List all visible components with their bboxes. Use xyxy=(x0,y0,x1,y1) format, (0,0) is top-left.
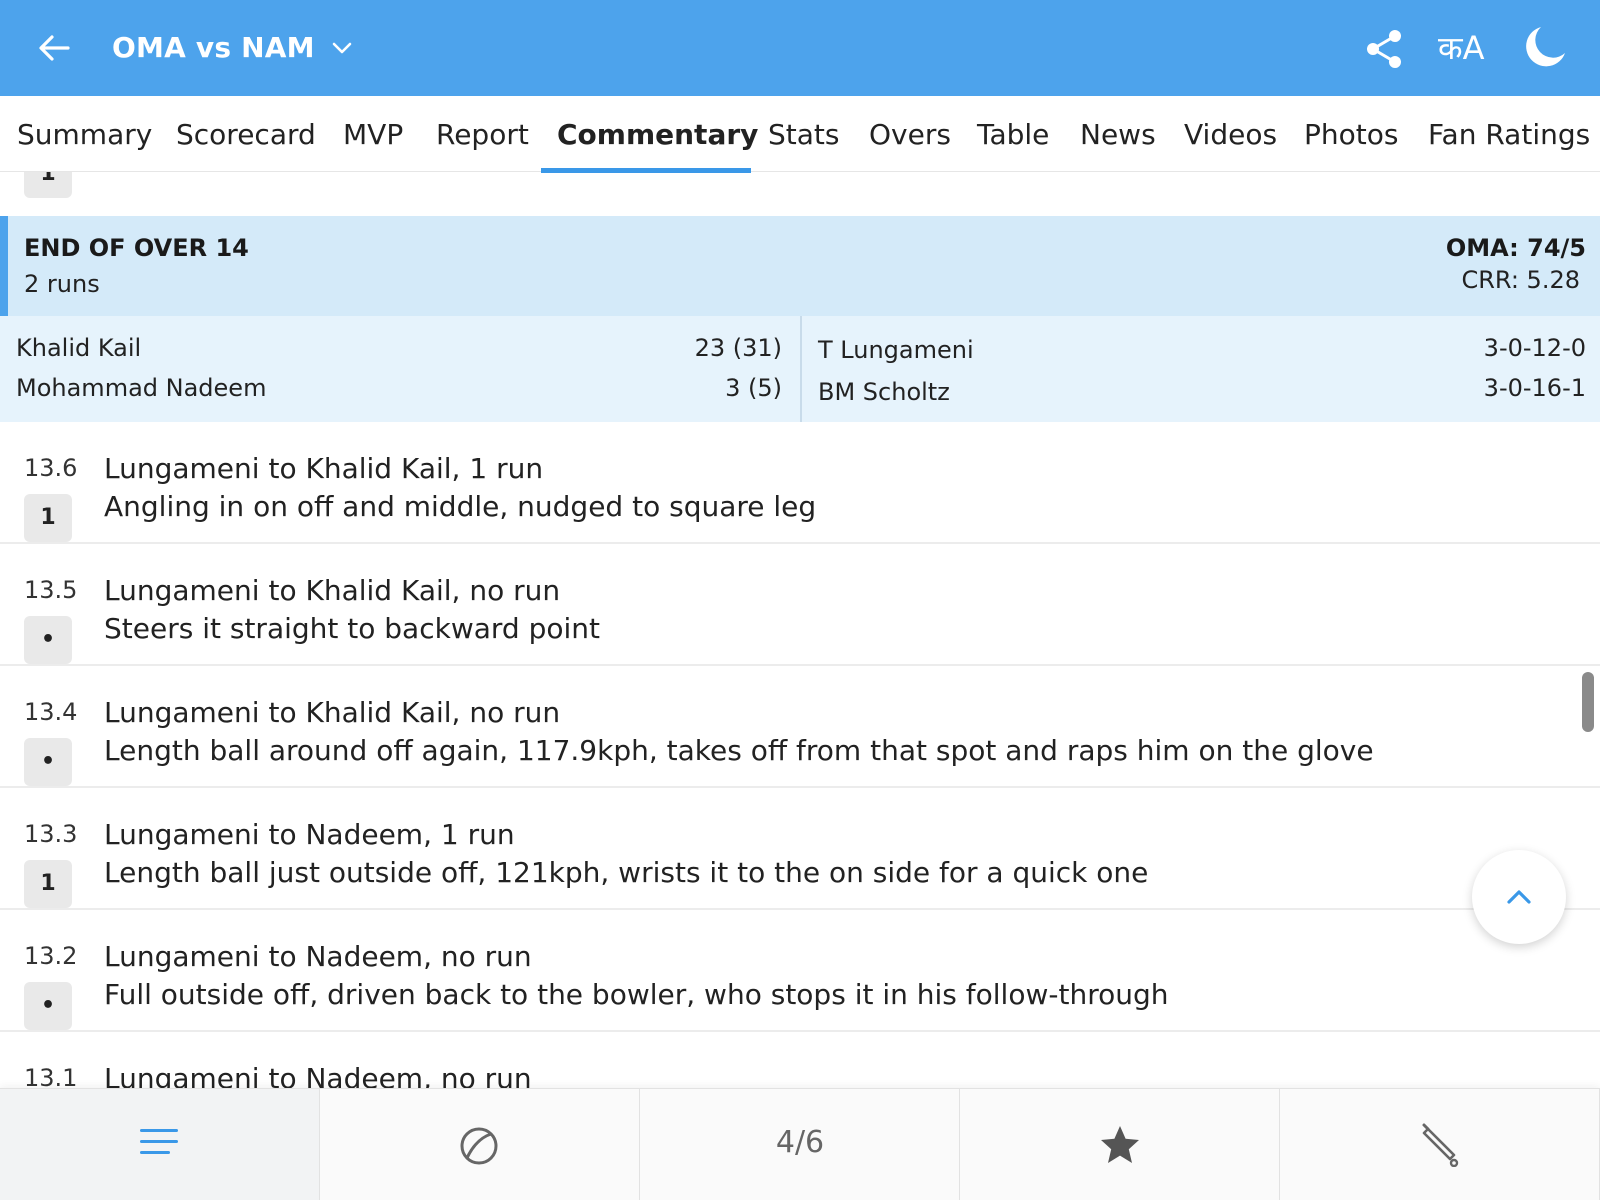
over-title: END OF OVER 14 xyxy=(24,234,249,262)
tab-mvp[interactable]: MVP xyxy=(343,96,403,172)
ball-result-badge: 1 xyxy=(24,172,72,198)
batter-score: 23 (31) xyxy=(694,334,782,362)
tab-scorecard[interactable]: Scorecard xyxy=(176,96,316,172)
current-run-rate: CRR: 5.28 xyxy=(1461,266,1580,294)
tab-summary[interactable]: Summary xyxy=(17,96,152,172)
commentary-text: Length ball just outside off, 121kph, wr… xyxy=(104,856,1149,889)
ball-result-badge: • xyxy=(24,738,72,786)
commentary-headline: Lungameni to Nadeem, no run xyxy=(104,1062,532,1088)
bowler-name[interactable]: T Lungameni xyxy=(818,336,974,364)
commentary-list: 13.6 1 Lungameni to Khalid Kail, 1 run A… xyxy=(0,422,1600,1088)
over-ball-number: 13.5 xyxy=(24,576,78,604)
bowler-figures: 3-0-12-0 xyxy=(1483,334,1586,362)
match-tabs: Summary Scorecard MVP Report Commentary … xyxy=(0,96,1600,172)
page-indicator: 4/6 xyxy=(775,1125,825,1160)
commentary-row[interactable]: 13.2 • Lungameni to Nadeem, no run Full … xyxy=(0,910,1600,1032)
tab-photos[interactable]: Photos xyxy=(1304,96,1398,172)
tab-fan-ratings[interactable]: Fan Ratings xyxy=(1428,96,1590,172)
menu-icon xyxy=(140,1129,178,1154)
chevron-up-icon xyxy=(1507,890,1531,904)
commentary-row[interactable]: 13.6 1 Lungameni to Khalid Kail, 1 run A… xyxy=(0,422,1600,544)
end-of-over-banner: END OF OVER 14 2 runs OMA: 74/5 CRR: 5.2… xyxy=(0,216,1600,316)
tab-stats[interactable]: Stats xyxy=(768,96,839,172)
bottom-navigation: 4/6 xyxy=(0,1088,1600,1200)
ball-result-badge: 1 xyxy=(24,494,72,542)
moon-icon[interactable] xyxy=(1522,24,1568,70)
tab-videos[interactable]: Videos xyxy=(1184,96,1277,172)
language-icon[interactable]: कA xyxy=(1438,26,1484,70)
commentary-row[interactable]: 13.1 Lungameni to Nadeem, no run xyxy=(0,1032,1600,1088)
batter-name[interactable]: Khalid Kail xyxy=(16,334,141,362)
tab-table[interactable]: Table xyxy=(977,96,1049,172)
over-runs: 2 runs xyxy=(24,270,100,298)
team-score: OMA: 74/5 xyxy=(1445,234,1586,262)
chevron-down-icon xyxy=(332,42,352,54)
commentary-headline: Lungameni to Khalid Kail, no run xyxy=(104,574,561,607)
commentary-text: Steers it straight to backward point xyxy=(104,612,600,645)
over-ball-number: 13.1 xyxy=(24,1064,78,1088)
nav-favorites[interactable] xyxy=(960,1089,1280,1200)
batter-score: 3 (5) xyxy=(725,374,782,402)
bat-icon xyxy=(1422,1123,1459,1167)
over-ball-number: 13.2 xyxy=(24,942,78,970)
over-players-panel: Khalid Kail 23 (31) Mohammad Nadeem 3 (5… xyxy=(0,316,1600,422)
scrollbar-thumb[interactable] xyxy=(1582,672,1594,732)
ball-result-badge: • xyxy=(24,616,72,664)
commentary-text: Angling in on off and middle, nudged to … xyxy=(104,490,817,523)
commentary-row[interactable]: 13.4 • Lungameni to Khalid Kail, no run … xyxy=(0,666,1600,788)
ball-icon xyxy=(460,1127,498,1165)
nav-batting[interactable] xyxy=(1280,1089,1600,1200)
commentary-headline: Lungameni to Nadeem, no run xyxy=(104,940,532,973)
nav-ball[interactable] xyxy=(320,1089,640,1200)
app-header: OMA vs NAM कA xyxy=(0,0,1600,96)
ball-result-badge: • xyxy=(24,982,72,1030)
nav-page-indicator[interactable]: 4/6 xyxy=(640,1089,960,1200)
commentary-row-partial: 1 xyxy=(0,172,1600,216)
tab-report[interactable]: Report xyxy=(436,96,529,172)
tab-commentary[interactable]: Commentary xyxy=(557,96,758,172)
ball-result-badge: 1 xyxy=(24,860,72,908)
nav-commentary-menu[interactable] xyxy=(0,1089,320,1200)
scroll-to-top-button[interactable] xyxy=(1472,850,1566,944)
commentary-text: Full outside off, driven back to the bow… xyxy=(104,978,1169,1011)
over-ball-number: 13.6 xyxy=(24,454,78,482)
commentary-text: Length ball around off again, 117.9kph, … xyxy=(104,734,1374,767)
bowler-figures: 3-0-16-1 xyxy=(1483,374,1586,402)
commentary-headline: Lungameni to Khalid Kail, no run xyxy=(104,696,561,729)
commentary-row[interactable]: 13.3 1 Lungameni to Nadeem, 1 run Length… xyxy=(0,788,1600,910)
over-ball-number: 13.4 xyxy=(24,698,78,726)
tab-overs[interactable]: Overs xyxy=(869,96,951,172)
bowler-name[interactable]: BM Scholtz xyxy=(818,378,950,406)
commentary-row[interactable]: 13.5 • Lungameni to Khalid Kail, no run … xyxy=(0,544,1600,666)
match-selector[interactable]: OMA vs NAM xyxy=(112,28,353,68)
bowlers-column: T Lungameni 3-0-12-0 BM Scholtz 3-0-16-1 xyxy=(802,316,1600,422)
tab-news[interactable]: News xyxy=(1080,96,1156,172)
share-icon[interactable] xyxy=(1364,28,1404,70)
batter-name[interactable]: Mohammad Nadeem xyxy=(16,374,266,402)
match-title: OMA vs NAM xyxy=(112,31,315,64)
batters-column: Khalid Kail 23 (31) Mohammad Nadeem 3 (5… xyxy=(0,316,802,422)
star-icon xyxy=(1101,1126,1139,1163)
back-arrow-icon[interactable] xyxy=(34,28,74,68)
over-ball-number: 13.3 xyxy=(24,820,78,848)
commentary-headline: Lungameni to Nadeem, 1 run xyxy=(104,818,515,851)
commentary-headline: Lungameni to Khalid Kail, 1 run xyxy=(104,452,544,485)
